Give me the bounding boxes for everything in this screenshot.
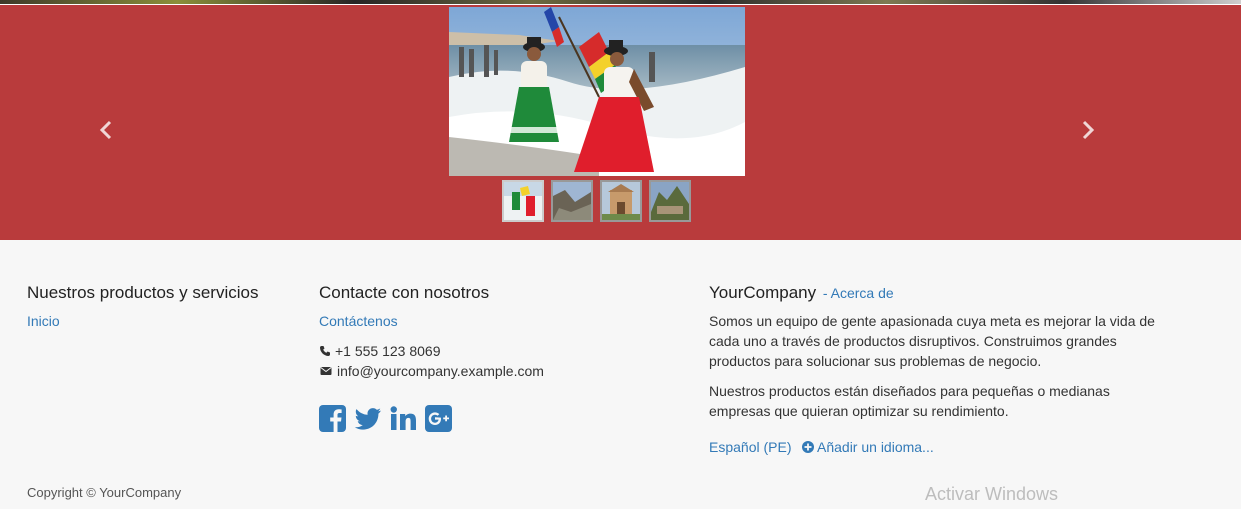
add-language-label: Añadir un idioma... — [817, 439, 934, 455]
phone-icon — [320, 346, 330, 356]
twitter-icon[interactable] — [354, 405, 382, 432]
windows-activation-watermark: Activar Windows — [925, 484, 1059, 504]
contact-heading: Contacte con nosotros — [319, 283, 490, 302]
carousel-thumbnail[interactable] — [600, 180, 642, 222]
carousel-slide-image — [449, 7, 745, 176]
phone-row: +1 555 123 8069 — [319, 341, 441, 361]
products-heading: Nuestros productos y servicios — [27, 283, 259, 302]
contact-us-link[interactable]: Contáctenos — [319, 313, 398, 329]
language-link[interactable]: Español (PE) — [709, 439, 791, 455]
carousel-prev-button[interactable] — [91, 115, 121, 145]
add-language-link[interactable]: Añadir un idioma... — [802, 439, 934, 455]
phone-number: +1 555 123 8069 — [335, 343, 441, 359]
carousel-thumbnail[interactable] — [649, 180, 691, 222]
facebook-icon[interactable] — [319, 405, 346, 432]
company-name: YourCompany — [709, 283, 817, 302]
plus-circle-icon — [802, 441, 814, 453]
copyright-text: Copyright © YourCompany — [27, 485, 182, 500]
carousel-thumbnails — [502, 180, 691, 222]
carousel-next-button[interactable] — [1073, 115, 1103, 145]
google-plus-icon[interactable] — [425, 405, 452, 432]
linkedin-icon[interactable] — [390, 405, 417, 432]
about-paragraph-2: Nuestros productos están diseñados para … — [709, 383, 1110, 419]
about-heading: YourCompany - Acerca de — [709, 283, 894, 303]
email-row: info@yourcompany.example.com — [319, 361, 544, 381]
envelope-icon — [320, 367, 332, 375]
about-link[interactable]: - Acerca de — [823, 285, 894, 301]
carousel-thumbnail[interactable] — [502, 180, 544, 222]
chevron-right-icon — [1082, 120, 1095, 140]
carousel-thumbnail[interactable] — [551, 180, 593, 222]
social-links — [319, 405, 452, 432]
email-address: info@yourcompany.example.com — [337, 363, 544, 379]
chevron-left-icon — [99, 120, 112, 140]
image-carousel — [0, 5, 1241, 240]
about-paragraph-1: Somos un equipo de gente apasionada cuya… — [709, 313, 1155, 369]
home-link[interactable]: Inicio — [27, 313, 60, 329]
